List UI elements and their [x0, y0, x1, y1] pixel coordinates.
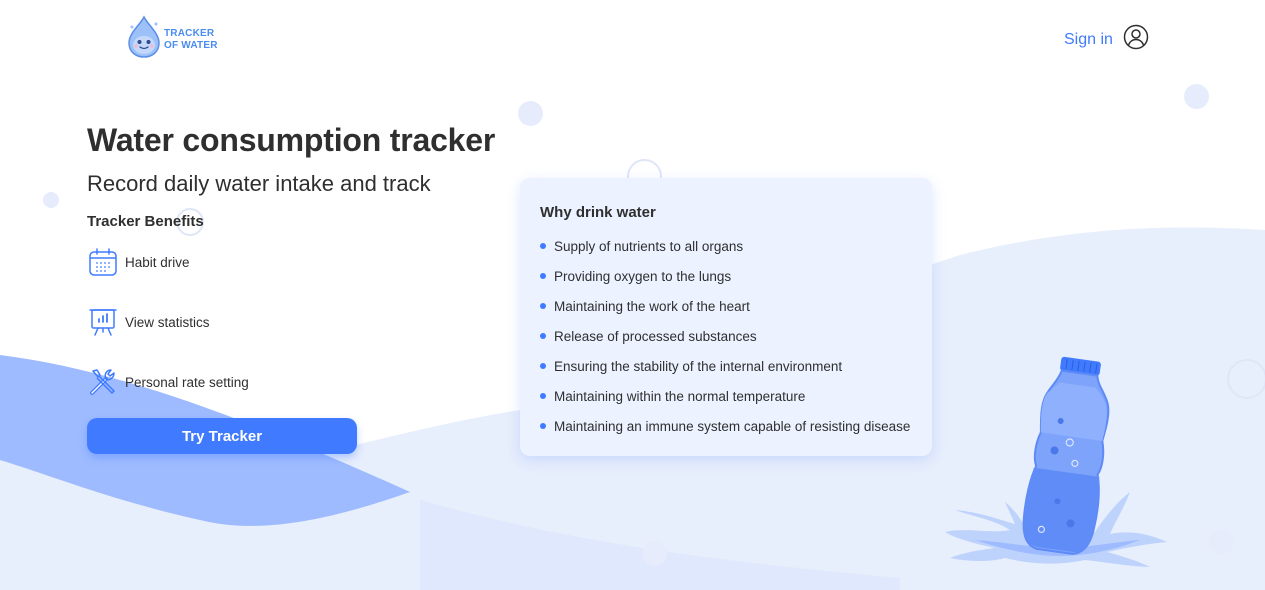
list-item-text: Maintaining within the normal temperatur… [554, 388, 806, 404]
list-item-text: Maintaining an immune system capable of … [554, 418, 911, 434]
bubble-ring-decoration [1227, 359, 1265, 399]
page-title: Water consumption tracker [87, 122, 496, 158]
bullet-icon [540, 273, 546, 279]
list-item-text: Release of processed substances [554, 328, 757, 344]
list-item: Ensuring the stability of the internal e… [540, 351, 912, 381]
bubble-decoration [43, 192, 59, 208]
bubble-decoration [518, 101, 543, 126]
list-item-text: Providing oxygen to the lungs [554, 268, 732, 284]
list-item: Maintaining the work of the heart [540, 291, 912, 321]
bubble-decoration [642, 541, 667, 566]
bullet-icon [540, 303, 546, 309]
list-item-text: Maintaining the work of the heart [554, 298, 750, 314]
water-bottle-splash-icon [935, 352, 1175, 587]
bullet-icon [540, 423, 546, 429]
bullet-icon [540, 393, 546, 399]
benefit-label: Personal rate setting [125, 374, 249, 390]
calendar-icon [87, 246, 119, 278]
benefit-label: View statistics [125, 314, 210, 330]
page-subtitle: Record daily water intake and track [87, 171, 431, 196]
tools-icon [87, 366, 119, 398]
signin-label: Sign in [1064, 30, 1113, 48]
list-item-text: Ensuring the stability of the internal e… [554, 358, 843, 374]
user-circle-icon [1123, 24, 1149, 55]
brand-name-line1: TRACKER [164, 27, 215, 39]
brand-name: TRACKER OF WATER [164, 28, 218, 52]
signin-link[interactable]: Sign in [1064, 24, 1149, 55]
benefit-label: Habit drive [125, 254, 190, 270]
bubble-decoration [1184, 84, 1209, 109]
brand-logo[interactable]: TRACKER OF WATER [126, 15, 218, 64]
bubble-decoration [1209, 529, 1234, 554]
list-item: Maintaining an immune system capable of … [540, 411, 912, 441]
list-item-text: Supply of nutrients to all organs [554, 238, 744, 254]
list-item: Supply of nutrients to all organs [540, 231, 912, 261]
try-tracker-button[interactable]: Try Tracker [87, 418, 357, 454]
bullet-icon [540, 333, 546, 339]
bullet-icon [540, 243, 546, 249]
benefit-item: Habit drive [87, 246, 387, 278]
bullet-icon [540, 363, 546, 369]
list-item: Providing oxygen to the lungs [540, 261, 912, 291]
benefit-item: Personal rate setting [87, 366, 387, 398]
presentation-chart-icon [87, 306, 119, 338]
brand-name-line2: OF WATER [164, 39, 218, 51]
why-drink-water-card: Why drink water Supply of nutrients to a… [520, 178, 932, 456]
benefit-item: View statistics [87, 306, 387, 338]
reasons-list: Supply of nutrients to all organs Provid… [540, 231, 912, 441]
hero-section: Water consumption tracker Record daily w… [87, 120, 496, 395]
site-header: TRACKER OF WATER Sign in [0, 0, 1265, 75]
card-title: Why drink water [540, 204, 656, 221]
water-drop-mascot-icon [126, 15, 162, 64]
list-item: Release of processed substances [540, 321, 912, 351]
benefits-heading: Tracker Benefits [87, 213, 204, 230]
list-item: Maintaining within the normal temperatur… [540, 381, 912, 411]
